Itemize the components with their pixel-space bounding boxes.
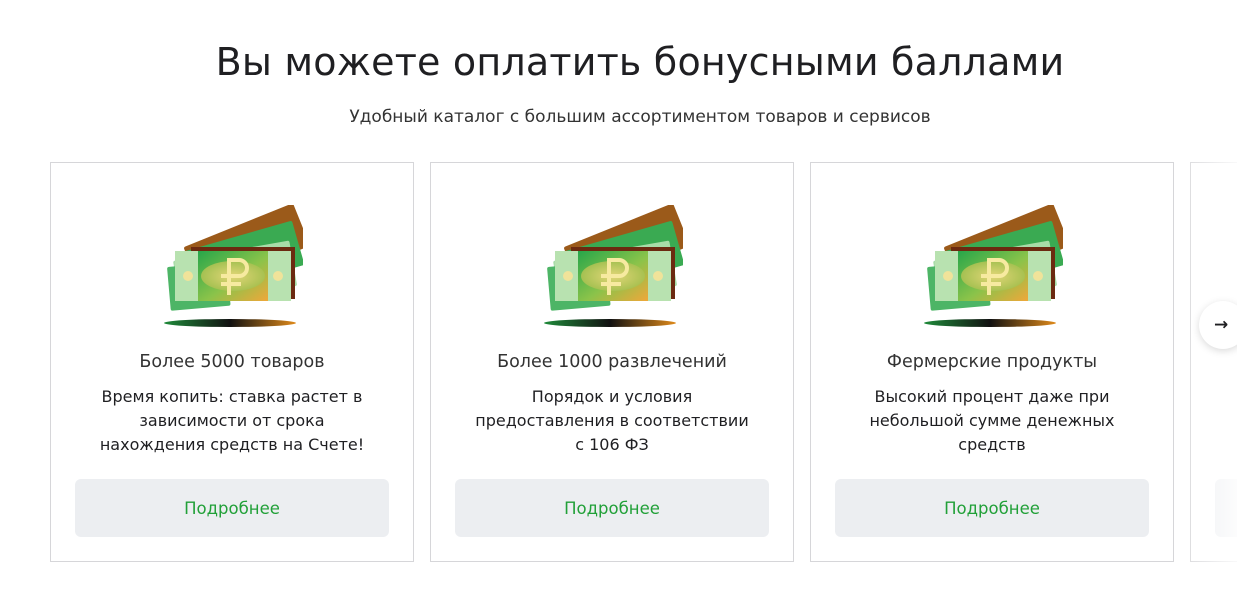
ruble-banknotes-icon [161, 205, 303, 329]
section-title: Вы можете оплатить бонусными баллами [215, 40, 1065, 84]
card-entertainment: Более 1000 развлечений Порядок и условия… [430, 162, 794, 562]
more-button[interactable]: Подробнее [75, 479, 389, 537]
card-title: Более 5000 товаров [139, 352, 325, 372]
ruble-banknotes-icon [541, 205, 683, 329]
card-description: Порядок и условия предоставления в соотв… [475, 387, 749, 454]
more-button[interactable]: Подробнее [835, 479, 1149, 537]
arrow-right-icon: → [1214, 314, 1229, 335]
cards-carousel: Более 5000 товаров Время копить: ставка … [50, 162, 1237, 562]
card-next-partial [1190, 162, 1237, 562]
card-description: Высокий процент даже при небольшой сумме… [869, 387, 1115, 454]
more-button-partial[interactable] [1215, 479, 1237, 537]
card-farm-products: Фермерские продукты Высокий процент даже… [810, 162, 1174, 562]
card-title: Более 1000 развлечений [497, 352, 727, 372]
section-subtitle: Удобный каталог с большим ассортиментом … [349, 107, 931, 127]
card-description: Время копить: ставка растет в зависимост… [99, 387, 365, 454]
bonus-catalog-section: Вы можете оплатить бонусными баллами Удо… [0, 0, 1237, 604]
card-title: Фермерские продукты [886, 352, 1098, 372]
ruble-banknotes-icon [921, 205, 1063, 329]
more-button[interactable]: Подробнее [455, 479, 769, 537]
card-goods: Более 5000 товаров Время копить: ставка … [50, 162, 414, 562]
